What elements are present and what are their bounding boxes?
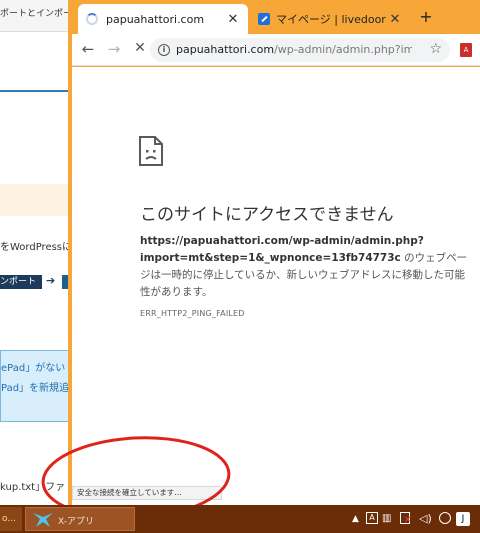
browser-window: papuahattori.com ✕ マイページ | livedoor Blog… xyxy=(68,0,480,505)
chevron-up-icon[interactable]: ▲ xyxy=(352,512,359,526)
error-title: このサイトにアクセスできません xyxy=(140,205,394,225)
livedoor-favicon-icon xyxy=(258,13,270,25)
taskbar-item-left[interactable]: o... xyxy=(0,507,22,531)
error-url: https://papuahattori.com/wp-admin/admin.… xyxy=(140,235,424,264)
forward-button[interactable]: → xyxy=(104,40,124,58)
background-notice-band xyxy=(0,184,72,216)
sad-page-icon xyxy=(139,136,163,166)
taskbar: o... X-アプリ ▲ A ▥ ◁) J xyxy=(0,505,480,533)
taskbar-app-label: X-アプリ xyxy=(58,517,94,527)
volume-icon[interactable]: ◁) xyxy=(419,512,432,526)
url-path: /wp-admin/admin.php?import=… xyxy=(274,43,412,56)
tab-title: マイページ | livedoor Blog xyxy=(276,13,388,26)
tab-title: papuahattori.com xyxy=(106,12,205,26)
new-tab-button[interactable]: + xyxy=(416,7,436,26)
status-bubble: 安全な接続を確立しています… xyxy=(72,486,222,500)
background-info-line: ePad」がない xyxy=(1,363,66,374)
error-code: ERR_HTTP2_PING_FAILED xyxy=(140,309,245,318)
ime-indicator-icon[interactable]: J xyxy=(456,512,470,526)
close-icon[interactable]: ✕ xyxy=(226,12,240,27)
url-host: papuahattori.com xyxy=(176,43,275,56)
address-bar[interactable]: i papuahattori.com/wp-admin/admin.php?im… xyxy=(150,38,450,62)
tab-livedoor[interactable]: マイページ | livedoor Blog ✕ xyxy=(250,4,410,34)
background-divider xyxy=(0,90,72,92)
pdf-extension-icon[interactable]: A xyxy=(460,43,472,57)
error-page: このサイトにアクセスできません https://papuahattori.com… xyxy=(72,67,480,505)
background-tab-title[interactable]: ポートとインポート | C xyxy=(0,6,72,19)
loading-spinner-icon xyxy=(86,13,98,25)
tray-status-icon[interactable] xyxy=(439,512,451,524)
tab-papuahattori[interactable]: papuahattori.com ✕ xyxy=(78,4,248,34)
background-info-line: Pad」を新規追 xyxy=(1,383,70,394)
tray-input-icon[interactable]: A xyxy=(366,512,378,524)
back-button[interactable]: ← xyxy=(78,40,98,58)
background-text-line: をWordPressに xyxy=(0,242,72,253)
background-info-box: ePad」がない Pad」を新規追 xyxy=(0,350,72,422)
background-window: ポートとインポート | C をWordPressに ンポート ➔ ePad」がな… xyxy=(0,0,72,505)
bookmark-star-icon[interactable]: ☆ xyxy=(429,41,442,57)
url-text[interactable]: papuahattori.com/wp-admin/admin.php?impo… xyxy=(176,43,412,56)
background-tabstrip: ポートとインポート | C xyxy=(0,0,72,32)
tray-network-icon[interactable]: ▥ xyxy=(382,512,391,526)
info-icon[interactable]: i xyxy=(158,44,170,56)
action-center-flag-icon[interactable] xyxy=(400,512,412,525)
error-description: https://papuahattori.com/wp-admin/admin.… xyxy=(140,233,470,301)
arrow-right-icon: ➔ xyxy=(46,274,56,287)
app-logo-icon xyxy=(33,513,53,527)
toolbar: ← → ✕ i papuahattori.com/wp-admin/admin.… xyxy=(72,34,480,66)
stop-loading-button[interactable]: ✕ xyxy=(130,40,150,56)
background-import-button[interactable]: ンポート xyxy=(0,275,42,289)
tab-strip: papuahattori.com ✕ マイページ | livedoor Blog… xyxy=(72,0,480,34)
taskbar-item-app[interactable]: X-アプリ xyxy=(25,507,135,531)
close-icon[interactable]: ✕ xyxy=(388,12,402,27)
background-text-line: kup.txt」ファ xyxy=(0,482,66,493)
